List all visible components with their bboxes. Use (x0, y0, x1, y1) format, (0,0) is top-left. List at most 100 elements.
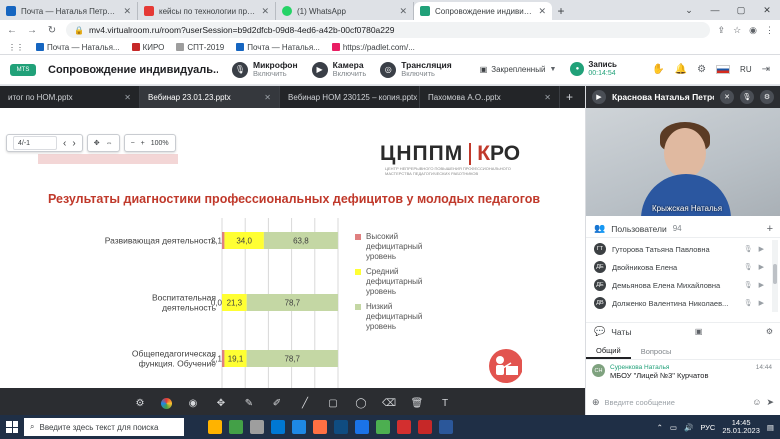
language-indicator[interactable]: РУС (700, 423, 715, 432)
doc-tab[interactable]: итог по НОМ.pptx ✕ (0, 86, 140, 108)
taskbar-app-icon[interactable] (439, 420, 453, 434)
new-tab-button[interactable]: + (552, 2, 570, 20)
logout-icon[interactable]: ⇥ (762, 64, 770, 75)
reload-icon[interactable]: ↻ (46, 25, 58, 36)
tab-questions[interactable]: Вопросы (631, 344, 682, 359)
close-icon[interactable]: ✕ (538, 6, 546, 17)
mic-off-icon[interactable]: 🎙 (740, 90, 754, 104)
marker-icon[interactable]: ✐ (270, 397, 284, 411)
windows-start-icon[interactable] (6, 421, 18, 433)
layout-select[interactable]: ▣ Закрепленный ▼ (480, 65, 557, 74)
volume-icon[interactable]: 🔊 (684, 423, 693, 432)
participant-video[interactable]: Крыжская Наталья (586, 108, 780, 216)
color-picker-icon[interactable] (161, 398, 172, 409)
share-icon[interactable]: ⇪ (718, 25, 726, 36)
forward-icon[interactable]: → (26, 25, 38, 36)
record-control[interactable]: ● Запись 00:14:54 (570, 60, 617, 77)
chevron-down-icon[interactable]: ⌄ (676, 0, 702, 20)
stream-control[interactable]: ◎ Трансляция Включить (380, 60, 452, 79)
taskbar-app-icon[interactable] (334, 420, 348, 434)
browser-tab-virtualroom[interactable]: Сопровождение индивидуаль ✕ (414, 2, 552, 20)
taskbar-app-icon[interactable] (250, 420, 264, 434)
category-label: деятельность (162, 303, 216, 313)
taskbar-app-icon[interactable] (313, 420, 327, 434)
bookmark-item[interactable]: КИРО (131, 43, 164, 52)
browser-tab-whatsapp[interactable]: (1) WhatsApp ✕ (276, 2, 414, 20)
bell-icon[interactable]: 🔔 (675, 64, 687, 75)
eraser-icon[interactable]: ⌫ (382, 397, 396, 411)
gear-icon[interactable]: ⚙ (760, 90, 774, 104)
taskbar-app-icon[interactable] (355, 420, 369, 434)
taskbar-app-icon[interactable] (292, 420, 306, 434)
expand-icon[interactable]: ▣ (695, 327, 703, 336)
apps-icon[interactable]: ⋮⋮ (8, 43, 24, 52)
minimize-icon[interactable]: — (702, 0, 728, 20)
network-icon[interactable]: ▭ (670, 423, 677, 432)
user-row[interactable]: ДВ Долженко Валентина Николаев... 🎙 ▶ (586, 294, 772, 312)
camera-control[interactable]: ▶ Камера Включить (311, 60, 366, 79)
pointer-icon[interactable]: ◉ (186, 397, 200, 411)
pin-off-icon[interactable]: ✕ (720, 90, 734, 104)
taskbar-search-input[interactable]: ⌕ Введите здесь текст для поиска (24, 418, 184, 436)
users-scrollbar[interactable] (772, 240, 778, 312)
doc-tab[interactable]: Пахомова А.О..pptx ✕ (420, 86, 560, 108)
send-icon[interactable]: ➤ (766, 397, 774, 408)
add-attachment-icon[interactable]: ⊕ (592, 397, 600, 408)
user-row[interactable]: ДЕ Демьянова Елена Михайловна 🎙 ▶ (586, 276, 772, 294)
message-input[interactable]: Введите сообщение (605, 398, 748, 407)
taskbar-app-icon[interactable] (376, 420, 390, 434)
bookmark-item[interactable]: СПТ-2019 (176, 43, 224, 52)
rectangle-icon[interactable]: ▢ (326, 397, 340, 411)
close-icon[interactable]: ✕ (264, 93, 271, 102)
doc-tab-active[interactable]: Вебинар 23.01.23.pptx ✕ (140, 86, 280, 108)
add-user-button[interactable]: + (767, 223, 773, 235)
taskbar-app-icon[interactable] (208, 420, 222, 434)
notifications-icon[interactable]: ▤ (767, 423, 774, 432)
bookmark-item[interactable]: https://padlet.com/... (331, 43, 415, 52)
bookmark-item[interactable]: Почта — Наталья... (36, 43, 120, 52)
taskbar-app-icon[interactable] (229, 420, 243, 434)
lock-icon[interactable]: 🔒 (74, 26, 84, 35)
pen-icon[interactable]: ✎ (242, 397, 256, 411)
taskbar-app-icon[interactable] (397, 420, 411, 434)
close-window-icon[interactable]: ✕ (754, 0, 780, 20)
bookmark-item[interactable]: Почта — Наталья... (236, 43, 320, 52)
close-icon[interactable]: ✕ (544, 93, 551, 102)
close-icon[interactable]: ✕ (261, 6, 269, 17)
star-icon[interactable]: ☆ (733, 25, 741, 36)
user-row[interactable]: ГТ Гуторова Татьяна Павловна 🎙 ▶ (586, 240, 772, 258)
russia-flag-icon[interactable] (716, 65, 731, 74)
close-icon[interactable]: ✕ (124, 93, 131, 102)
trash-icon[interactable]: 🗑 (410, 397, 424, 411)
language-label[interactable]: RU (740, 65, 752, 74)
menu-icon[interactable]: ⋮ (765, 25, 774, 36)
add-document-button[interactable]: + (566, 90, 573, 104)
hand-icon[interactable]: ✋ (652, 64, 664, 75)
text-icon[interactable]: T (438, 397, 452, 411)
doc-tab[interactable]: Вебинар НОМ 230125 – копия.pptx✕ (280, 86, 420, 108)
close-icon[interactable]: ✕ (399, 6, 407, 17)
move-icon[interactable]: ✥ (214, 397, 228, 411)
gear-icon[interactable]: ⚙ (133, 397, 147, 411)
browser-tab-mail[interactable]: Почта — Наталья Петровна Кр ✕ (0, 2, 138, 20)
maximize-icon[interactable]: ▢ (728, 0, 754, 20)
url-input[interactable]: 🔒 mv4.virtualroom.ru/room?userSession=b9… (66, 22, 710, 38)
clock[interactable]: 14:45 25.01.2023 (722, 418, 760, 436)
chevron-up-icon[interactable]: ⌃ (657, 423, 663, 432)
tab-general[interactable]: Общий (586, 344, 631, 359)
browser-tab-yandex[interactable]: кейсы по технологии примерь ✕ (138, 2, 276, 20)
mic-control[interactable]: 🎙 Микрофон Включить (232, 60, 298, 79)
taskbar-app-icon[interactable] (271, 420, 285, 434)
gear-icon[interactable]: ⚙ (697, 64, 706, 75)
emoji-icon[interactable]: ☺ (752, 397, 761, 407)
line-icon[interactable]: ╱ (298, 397, 312, 411)
video-off-icon[interactable]: ▶ (592, 90, 606, 104)
scrollbar-thumb[interactable] (773, 264, 777, 284)
user-row[interactable]: ДЕ Двойникова Елена 🎙 ▶ (586, 258, 772, 276)
close-icon[interactable]: ✕ (123, 6, 131, 17)
gear-icon[interactable]: ⚙ (766, 327, 773, 336)
taskbar-app-icon[interactable] (418, 420, 432, 434)
circle-icon[interactable]: ◯ (354, 397, 368, 411)
profile-icon[interactable]: ◉ (749, 25, 757, 36)
back-icon[interactable]: ← (6, 25, 18, 36)
